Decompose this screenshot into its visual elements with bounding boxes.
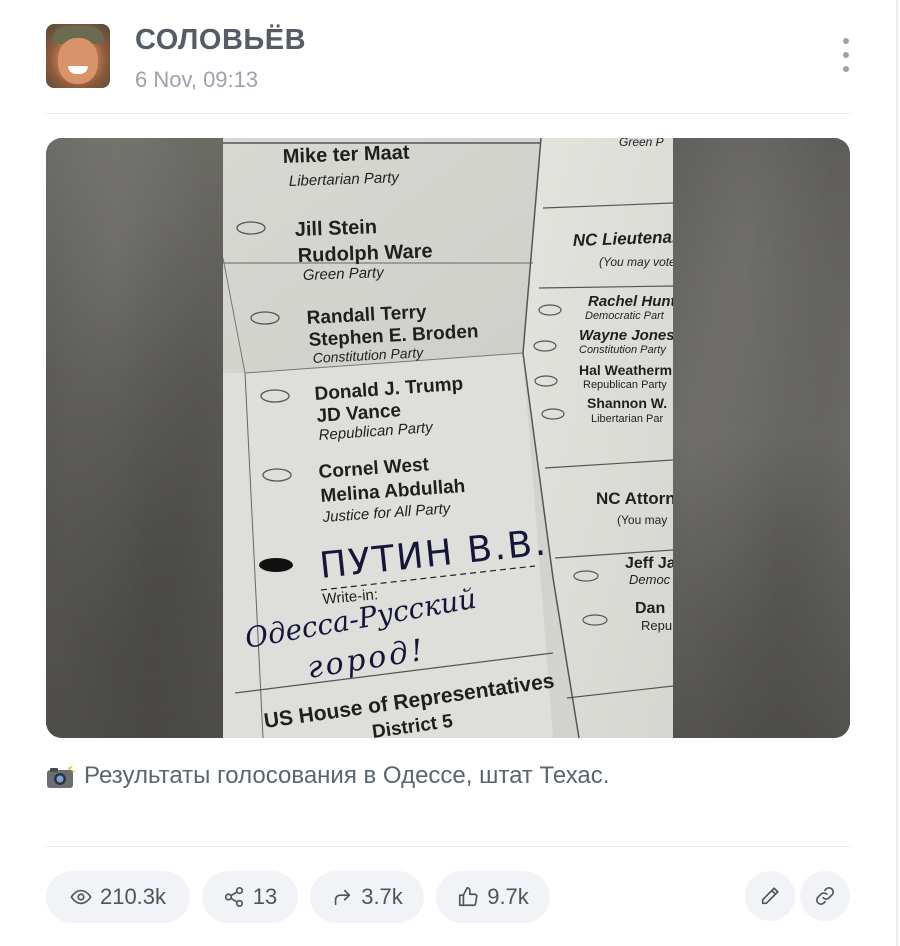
- edit-button[interactable]: [745, 871, 795, 921]
- channel-name[interactable]: СОЛОВЬЁВ: [135, 24, 306, 57]
- ballot-candidate-name: Rudolph Ware: [297, 240, 432, 267]
- copy-link-button[interactable]: [800, 871, 850, 921]
- reactions-count: 9.7k: [487, 884, 529, 909]
- post-photo[interactable]: Mike ter Maat Libertarian Party Jill Ste…: [46, 138, 850, 738]
- link-icon: [816, 887, 834, 905]
- ballot-image: Mike ter Maat Libertarian Party Jill Ste…: [223, 138, 673, 738]
- ballot-right-party: Libertarian Par: [591, 413, 663, 425]
- pencil-icon: [761, 887, 779, 905]
- post-caption: Результаты голосования в Одессе, штат Те…: [46, 762, 609, 790]
- ballot-candidate-name: Mike ter Maat: [282, 142, 410, 168]
- camera-flash-icon: [47, 763, 76, 788]
- kebab-dot: [843, 66, 849, 72]
- ballot-right-candidate: Shannon W.: [587, 395, 667, 411]
- post-card: СОЛОВЬЁВ 6 Nov, 09:13 Mike ter Maat Libe…: [0, 0, 898, 946]
- ballot-party: Green Party: [303, 264, 386, 284]
- photo-blur-left: [46, 138, 223, 738]
- ballot-right-section2-note: (You may: [617, 513, 667, 527]
- ballot-right-section1-title: NC Lieutenan: [572, 227, 673, 250]
- ballot-right-candidate: Jeff Ja: [625, 555, 673, 572]
- ballot-right-section2-title: NC Attorn: [596, 489, 673, 508]
- post-date: 6 Nov, 09:13: [135, 67, 259, 92]
- forward-arrow-icon: [334, 889, 351, 906]
- photo-blur-right: [673, 138, 850, 738]
- ballot-right-party: Repu: [641, 618, 672, 633]
- reactions-counter[interactable]: 9.7k: [436, 871, 550, 923]
- avatar-face: [58, 38, 98, 84]
- shares-counter[interactable]: 13: [202, 871, 298, 923]
- ballot-right-party: Constitution Party: [579, 344, 667, 356]
- ballot-right-party: Democratic Part: [585, 310, 665, 322]
- ballot-right-top-party: Green P: [619, 138, 664, 149]
- ballot-candidate-name: Jill Stein: [294, 216, 377, 241]
- views-counter[interactable]: 210.3k: [46, 871, 190, 923]
- kebab-dot: [843, 38, 849, 44]
- more-vertical-icon[interactable]: [834, 38, 858, 72]
- ballot-right-party: Republican Party: [583, 379, 667, 391]
- ballot-right-party: Democ: [629, 572, 671, 587]
- thumbs-up-icon: [459, 887, 478, 907]
- ballot-right-section1-note: (You may vote: [599, 255, 673, 269]
- ballot-right-candidate: Hal Weatherm: [579, 362, 672, 378]
- ballot-right-candidate: Wayne Jones: [579, 327, 673, 344]
- channel-avatar[interactable]: [46, 24, 110, 88]
- views-count: 210.3k: [99, 884, 167, 909]
- ballot-right-candidate: Dan: [635, 600, 665, 617]
- caption-text: Результаты голосования в Одессе, штат Те…: [84, 762, 610, 789]
- share-icon: [224, 887, 243, 907]
- eye-icon: [70, 889, 92, 905]
- kebab-dot: [843, 52, 849, 58]
- forwards-count: 3.7k: [361, 884, 403, 909]
- forwards-counter[interactable]: 3.7k: [310, 871, 424, 923]
- shares-count: 13: [252, 884, 278, 909]
- filled-oval: [259, 558, 293, 572]
- ballot-right-candidate: Rachel Hunt: [588, 293, 673, 310]
- header-divider: [46, 113, 850, 114]
- footer-divider: [46, 846, 850, 847]
